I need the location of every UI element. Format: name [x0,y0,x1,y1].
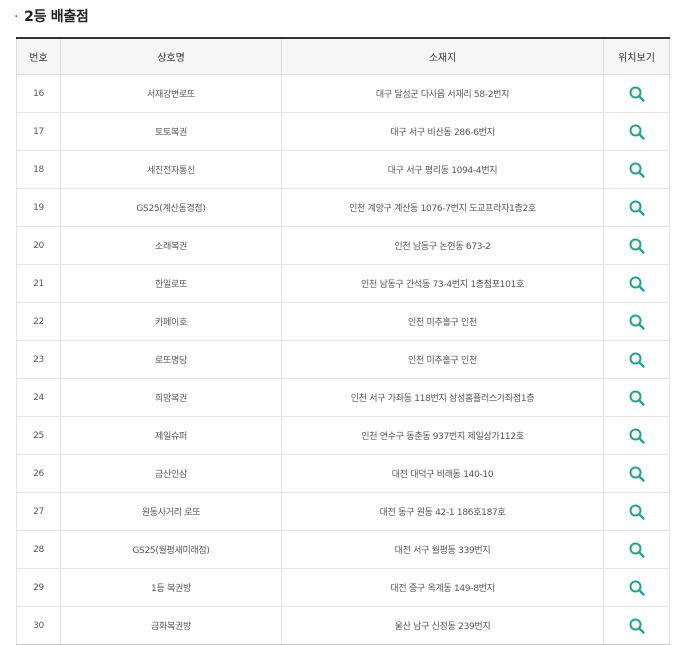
cell-store-name: 로또명당 [60,340,282,379]
cell-store-name: 카페이호 [60,302,282,341]
table-row: 27 원동사거리 로또 대전 동구 원동 42-1 186호187호 [16,492,670,531]
cell-store-name: 토토복권 [60,112,282,151]
cell-number: 28 [16,530,61,569]
cell-number: 19 [16,188,61,227]
table-row: 23 로또명당 인천 미추홀구 인천 [16,340,670,379]
section-title: · 2등 배출점 [14,6,89,26]
table-row: 29 1등 복권방 대전 중구 옥계동 149-8번지 [16,568,670,607]
search-icon[interactable] [628,85,646,103]
table-row: 18 세진전자통신 대구 서구 평리동 1094-4번지 [16,150,670,189]
cell-number: 17 [16,112,61,151]
header-name: 상호명 [60,38,282,75]
cell-number: 20 [16,226,61,265]
cell-address: 대전 대덕구 비래동 140-10 [281,454,604,493]
cell-address: 대전 서구 월평동 339번지 [281,530,604,569]
cell-address: 인천 남동구 간석동 73-4번지 1층점포101호 [281,264,604,303]
table-row: 28 GS25(월평새미래점) 대전 서구 월평동 339번지 [16,530,670,569]
cell-location [603,530,670,569]
cell-number: 21 [16,264,61,303]
cell-location [603,606,670,645]
table-header-row: 번호 상호명 소재지 위치보기 [16,38,670,75]
cell-number: 29 [16,568,61,607]
table-row: 26 금산인삼 대전 대덕구 비래동 140-10 [16,454,670,493]
cell-store-name: 금화복권방 [60,606,282,645]
cell-number: 30 [16,606,61,645]
cell-address: 대전 동구 원동 42-1 186호187호 [281,492,604,531]
header-number: 번호 [16,38,61,75]
search-icon[interactable] [628,351,646,369]
table-row: 17 토토복권 대구 서구 비산동 286-6번지 [16,112,670,151]
cell-address: 인천 연수구 동춘동 937번지 제일상가112호 [281,416,604,455]
cell-address: 대구 달성군 다사읍 서재리 58-2번지 [281,74,604,113]
header-location: 위치보기 [603,38,670,75]
cell-store-name: 원동사거리 로또 [60,492,282,531]
search-icon[interactable] [628,617,646,635]
cell-store-name: 금산인삼 [60,454,282,493]
search-icon[interactable] [628,389,646,407]
cell-store-name: 한일로또 [60,264,282,303]
table-row: 30 금화복권방 울산 남구 신정동 239번지 [16,606,670,645]
search-icon[interactable] [628,237,646,255]
search-icon[interactable] [628,161,646,179]
cell-store-name: 소래복권 [60,226,282,265]
cell-number: 24 [16,378,61,417]
title-bullet: · [14,9,19,25]
cell-store-name: 1등 복권방 [60,568,282,607]
cell-store-name: 서재강변로또 [60,74,282,113]
search-icon[interactable] [628,465,646,483]
table-row: 21 한일로또 인천 남동구 간석동 73-4번지 1층점포101호 [16,264,670,303]
cell-store-name: GS25(월평새미래점) [60,530,282,569]
cell-address: 대전 중구 옥계동 149-8번지 [281,568,604,607]
cell-location [603,150,670,189]
search-icon[interactable] [628,313,646,331]
cell-location [603,416,670,455]
cell-address: 울산 남구 신정동 239번지 [281,606,604,645]
cell-store-name: 희망복권 [60,378,282,417]
cell-location [603,302,670,341]
search-icon[interactable] [628,275,646,293]
cell-location [603,340,670,379]
cell-address: 대구 서구 평리동 1094-4번지 [281,150,604,189]
cell-number: 25 [16,416,61,455]
cell-number: 27 [16,492,61,531]
cell-number: 16 [16,74,61,113]
cell-location [603,454,670,493]
cell-number: 26 [16,454,61,493]
cell-store-name: 세진전자통신 [60,150,282,189]
cell-number: 18 [16,150,61,189]
cell-address: 인천 계양구 계산동 1076-7번지 도교프라자1층2호 [281,188,604,227]
table-row: 25 제일슈퍼 인천 연수구 동춘동 937번지 제일상가112호 [16,416,670,455]
table-row: 19 GS25(계산동경점) 인천 계양구 계산동 1076-7번지 도교프라자1층… [16,188,670,227]
cell-location [603,568,670,607]
search-icon[interactable] [628,503,646,521]
search-icon[interactable] [628,541,646,559]
search-icon[interactable] [628,199,646,217]
cell-address: 대구 서구 비산동 286-6번지 [281,112,604,151]
table-row: 22 카페이호 인천 미추홀구 인천 [16,302,670,341]
header-address: 소재지 [281,38,604,75]
cell-address: 인천 서구 가좌동 118번지 삼성홈플러스가좌점1층 [281,378,604,417]
table-row: 24 희망복권 인천 서구 가좌동 118번지 삼성홈플러스가좌점1층 [16,378,670,417]
table-row: 16 서재강변로또 대구 달성군 다사읍 서재리 58-2번지 [16,74,670,113]
cell-location [603,112,670,151]
cell-location [603,492,670,531]
title-text: 2등 배출점 [24,9,89,25]
cell-location [603,378,670,417]
cell-store-name: GS25(계산동경점) [60,188,282,227]
cell-address: 인천 미추홀구 인천 [281,302,604,341]
search-icon[interactable] [628,123,646,141]
cell-address: 인천 남동구 논현동 673-2 [281,226,604,265]
table-row: 20 소래복권 인천 남동구 논현동 673-2 [16,226,670,265]
cell-address: 인천 미추홀구 인천 [281,340,604,379]
cell-number: 23 [16,340,61,379]
cell-location [603,188,670,227]
cell-location [603,74,670,113]
cell-location [603,226,670,265]
search-icon[interactable] [628,579,646,597]
cell-number: 22 [16,302,61,341]
cell-store-name: 제일슈퍼 [60,416,282,455]
store-table: 번호 상호명 소재지 위치보기 16 서재강변로또 대구 달성군 다사읍 서재리 5… [16,37,670,645]
search-icon[interactable] [628,427,646,445]
cell-location [603,264,670,303]
